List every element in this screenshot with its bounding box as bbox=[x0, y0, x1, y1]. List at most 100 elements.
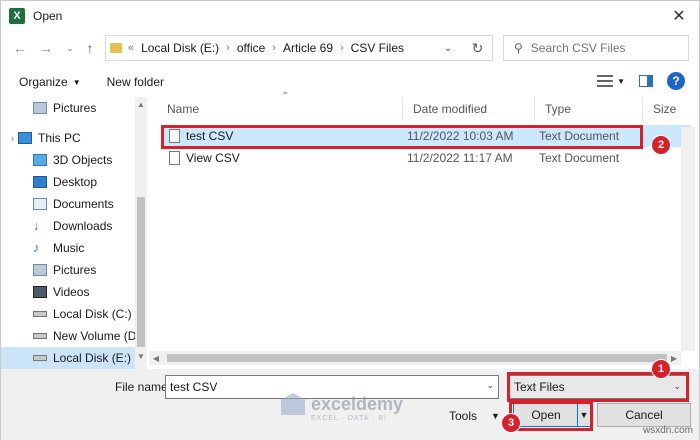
scroll-up-icon[interactable]: ▲ bbox=[135, 97, 147, 111]
column-header-name[interactable]: Name bbox=[157, 97, 403, 121]
nav-item-local-disk-e[interactable]: Local Disk (E:) bbox=[1, 347, 135, 369]
cancel-button[interactable]: Cancel bbox=[597, 403, 691, 427]
tools-label: Tools bbox=[449, 409, 478, 423]
nav-item-label: Music bbox=[53, 241, 85, 255]
3d-objects-icon bbox=[33, 154, 47, 166]
nav-item-label: Pictures bbox=[53, 263, 97, 277]
breadcrumb-article-69[interactable]: Article 69 bbox=[283, 41, 333, 55]
nav-item-pictures[interactable]: Pictures bbox=[1, 259, 135, 281]
new-folder-button[interactable]: New folder bbox=[107, 75, 164, 89]
search-input[interactable] bbox=[530, 41, 671, 55]
address-dropdown-icon[interactable]: ⌄ bbox=[438, 36, 458, 60]
tools-button[interactable]: Tools ▼ bbox=[449, 409, 500, 423]
nav-item-local-disk-c[interactable]: Local Disk (C:) bbox=[1, 303, 135, 325]
nav-item-music[interactable]: ♪ Music bbox=[1, 237, 135, 259]
command-bar: Organize ▼ New folder ▼ ? bbox=[1, 69, 699, 95]
nav-item-pictures-quick[interactable]: Pictures bbox=[1, 97, 135, 119]
breadcrumb-office[interactable]: office bbox=[237, 41, 265, 55]
forward-arrow-icon[interactable]: → bbox=[37, 38, 55, 58]
file-list-horizontal-scrollbar[interactable]: ◀ ▶ bbox=[149, 351, 681, 365]
view-options-icon[interactable] bbox=[597, 75, 614, 87]
refresh-icon[interactable]: ↻ bbox=[463, 35, 493, 61]
open-dialog: X Open ✕ ← → ⌄ ↑ « Local Disk (E:) › off… bbox=[0, 0, 700, 440]
horizontal-scroll-thumb[interactable] bbox=[167, 354, 667, 362]
recent-locations-chevron-icon[interactable]: ⌄ bbox=[61, 38, 79, 58]
column-header-size[interactable]: Size bbox=[643, 97, 683, 121]
file-name-value: test CSV bbox=[170, 380, 218, 394]
videos-icon bbox=[33, 286, 47, 298]
nav-item-desktop[interactable]: Desktop bbox=[1, 171, 135, 193]
nav-item-new-volume-d[interactable]: New Volume (D:) bbox=[1, 325, 144, 347]
breadcrumb-separator[interactable]: › bbox=[340, 42, 344, 54]
nav-item-label: This PC bbox=[38, 131, 81, 145]
address-bar[interactable]: « Local Disk (E:) › office › Article 69 … bbox=[105, 35, 493, 61]
nav-item-label: 3D Objects bbox=[53, 153, 113, 167]
file-name: View CSV bbox=[186, 151, 240, 165]
search-icon: ⚲ bbox=[514, 41, 523, 55]
column-header-type[interactable]: Type bbox=[535, 97, 643, 121]
text-document-icon bbox=[169, 151, 180, 165]
organize-label: Organize bbox=[19, 75, 68, 89]
organize-button[interactable]: Organize ▼ bbox=[19, 75, 81, 89]
breadcrumb-overflow[interactable]: « bbox=[128, 42, 134, 54]
caret-down-icon: ▼ bbox=[72, 77, 81, 87]
nav-item-label: Downloads bbox=[53, 219, 113, 233]
file-date: 11/2/2022 11:17 AM bbox=[407, 151, 513, 165]
exceldemy-watermark: exceldemy EXCEL · DATA · BI bbox=[281, 393, 404, 422]
watermark-tagline: EXCEL · DATA · BI bbox=[311, 415, 387, 422]
column-header-date[interactable]: Date modified bbox=[403, 97, 535, 121]
caret-down-icon: ▼ bbox=[491, 411, 500, 421]
documents-icon bbox=[33, 198, 47, 210]
pictures-icon bbox=[33, 264, 47, 276]
nav-scroll-thumb[interactable] bbox=[137, 197, 145, 347]
help-icon[interactable]: ? bbox=[667, 72, 685, 90]
step-badge-2: 2 bbox=[651, 135, 671, 155]
step-badge-1: 1 bbox=[651, 359, 671, 379]
breadcrumb-local-disk-e[interactable]: Local Disk (E:) bbox=[141, 41, 219, 55]
nav-item-label: New Volume (D:) bbox=[53, 329, 144, 343]
nav-item-label: Videos bbox=[53, 285, 90, 299]
expand-chevron-icon[interactable]: › bbox=[11, 133, 14, 143]
file-name-label: File name: bbox=[115, 380, 172, 394]
search-box[interactable]: ⚲ bbox=[503, 35, 689, 61]
drive-icon bbox=[33, 333, 47, 339]
pc-icon bbox=[18, 132, 32, 144]
scroll-down-icon[interactable]: ▼ bbox=[135, 349, 147, 363]
preview-pane-icon[interactable] bbox=[639, 75, 653, 87]
nav-item-label: Local Disk (E:) bbox=[53, 351, 132, 365]
file-list-vertical-scrollbar[interactable] bbox=[681, 127, 695, 351]
view-controls: ▼ ? bbox=[597, 72, 685, 90]
address-row: ← → ⌄ ↑ « Local Disk (E:) › office › Art… bbox=[1, 33, 699, 63]
nav-item-documents[interactable]: Documents bbox=[1, 193, 135, 215]
highlight-test-csv-row bbox=[161, 125, 643, 149]
site-watermark: wsxdn.com bbox=[642, 425, 693, 436]
back-arrow-icon[interactable]: ← bbox=[11, 38, 29, 58]
scroll-left-icon[interactable]: ◀ bbox=[149, 351, 163, 365]
title-bar: X Open ✕ bbox=[1, 1, 699, 31]
breadcrumb-csv-files[interactable]: CSV Files bbox=[351, 41, 404, 55]
nav-item-3d-objects[interactable]: 3D Objects bbox=[1, 149, 135, 171]
breadcrumb-separator[interactable]: › bbox=[226, 42, 230, 54]
nav-item-label: Documents bbox=[53, 197, 114, 211]
excel-icon: X bbox=[9, 8, 25, 24]
folder-icon bbox=[110, 43, 122, 53]
nav-item-label: Pictures bbox=[53, 101, 97, 115]
step-badge-3: 3 bbox=[501, 413, 521, 433]
window-title: Open bbox=[33, 9, 63, 23]
nav-item-this-pc[interactable]: › This PC bbox=[1, 127, 135, 149]
file-row-view-csv[interactable]: View CSV 11/2/2022 11:17 AM Text Documen… bbox=[161, 147, 691, 169]
view-caret-down-icon[interactable]: ▼ bbox=[617, 77, 625, 86]
up-arrow-icon[interactable]: ↑ bbox=[81, 38, 99, 58]
nav-item-downloads[interactable]: ↓ Downloads bbox=[1, 215, 135, 237]
chevron-down-icon[interactable]: ⌄ bbox=[486, 380, 494, 391]
drive-icon bbox=[33, 355, 47, 361]
drive-icon bbox=[33, 311, 47, 317]
nav-scrollbar[interactable]: ▲ ▼ bbox=[135, 97, 147, 369]
music-icon: ♪ bbox=[33, 240, 40, 255]
watermark-name: exceldemy bbox=[311, 393, 404, 414]
breadcrumb-separator[interactable]: › bbox=[272, 42, 276, 54]
desktop-icon bbox=[33, 176, 47, 188]
nav-item-videos[interactable]: Videos bbox=[1, 281, 135, 303]
navigation-pane: Pictures › This PC 3D Objects Desktop Do… bbox=[1, 97, 149, 369]
close-icon[interactable]: ✕ bbox=[667, 5, 691, 27]
